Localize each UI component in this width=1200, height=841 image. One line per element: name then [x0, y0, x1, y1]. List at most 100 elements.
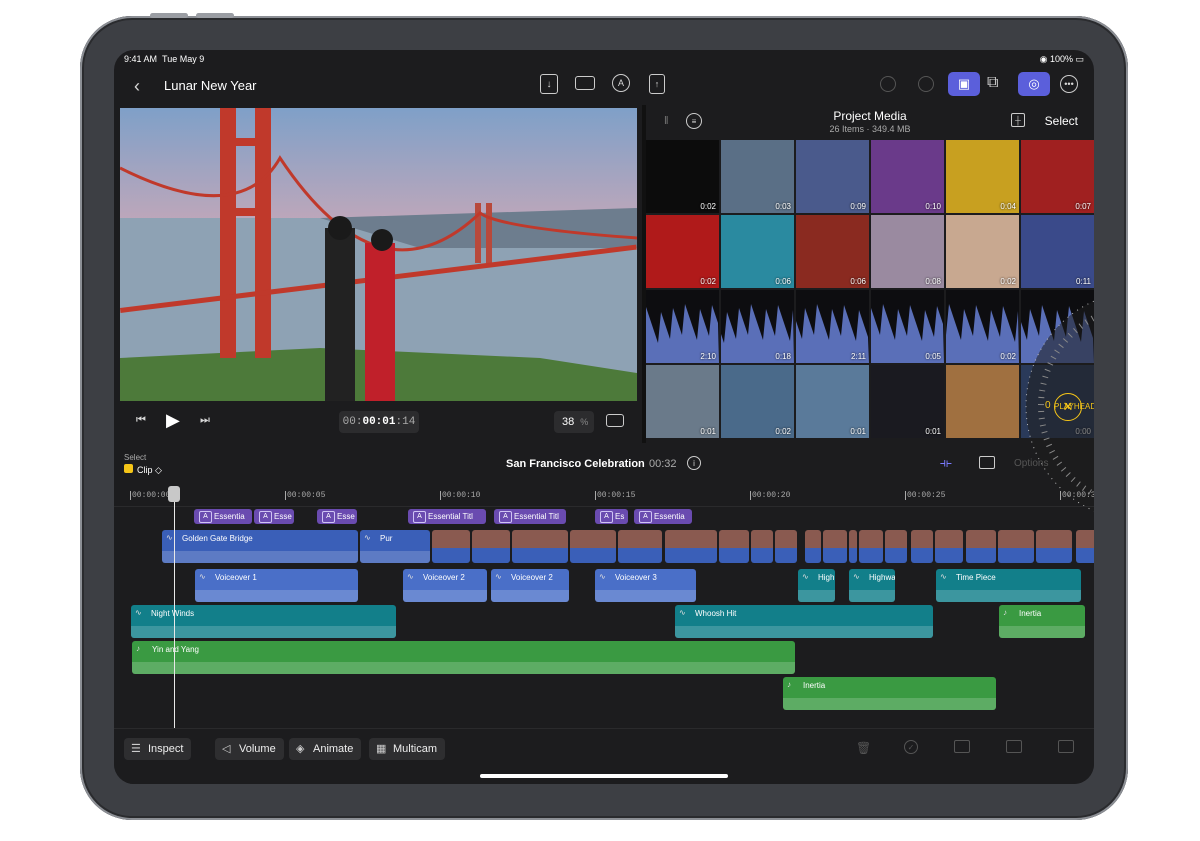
primary-clip[interactable] — [823, 530, 847, 563]
jog-close-icon[interactable] — [1053, 394, 1054, 395]
voiceover-clip[interactable]: Voiceover 1 ∿ — [195, 569, 358, 602]
primary-clip[interactable] — [570, 530, 616, 563]
voiceover-clip[interactable]: Voiceover 2 ∿ — [403, 569, 487, 602]
photos-icon[interactable]: ▣ — [948, 72, 980, 96]
timecode-display[interactable]: 00:00:01:14 — [339, 411, 419, 433]
media-thumbnail[interactable]: 0:04 — [946, 140, 1019, 213]
music-clip[interactable]: Yin and Yang ♪ — [132, 641, 795, 674]
primary-clip[interactable] — [805, 530, 821, 563]
media-thumbnail[interactable]: 0:06 — [721, 215, 794, 288]
media-thumbnail[interactable]: 0:01 — [646, 365, 719, 438]
redo-icon[interactable] — [918, 76, 934, 92]
media-thumbnail[interactable]: 0:11 — [1021, 215, 1094, 288]
primary-clip[interactable] — [1036, 530, 1072, 563]
share-icon[interactable]: ↑ — [649, 74, 665, 94]
music-clip[interactable]: Inertia ♪ — [783, 677, 996, 710]
title-clip[interactable]: Esse — [317, 509, 357, 524]
primary-clip[interactable] — [719, 530, 749, 563]
primary-clip[interactable] — [966, 530, 996, 563]
title-clip[interactable]: Es — [595, 509, 628, 524]
animate-button[interactable]: ◈ Animate — [289, 738, 362, 760]
primary-clip[interactable] — [885, 530, 907, 563]
pen-icon[interactable]: A — [612, 74, 630, 92]
audio-clip[interactable]: Night Winds ∿ — [131, 605, 396, 638]
media-thumbnail[interactable]: 2:10 — [646, 290, 719, 363]
more-icon[interactable]: ••• — [1060, 75, 1078, 93]
primary-clip[interactable] — [512, 530, 568, 563]
media-thumbnail[interactable]: 0:02 — [946, 215, 1019, 288]
title-clip[interactable]: Essentia — [634, 509, 692, 524]
media-thumbnail[interactable]: 0:09 — [796, 140, 869, 213]
media-thumbnail[interactable]: 0:02 — [646, 215, 719, 288]
viewer-options-icon[interactable] — [606, 414, 624, 427]
playhead-line[interactable] — [174, 488, 175, 728]
title-clip[interactable]: Essential Titl — [494, 509, 566, 524]
title-clip[interactable]: Esse — [254, 509, 294, 524]
trash-icon[interactable]: 🗑 — [856, 741, 871, 755]
next-frame-icon[interactable]: ⏭ — [200, 414, 210, 427]
primary-clip[interactable] — [432, 530, 470, 563]
check-icon[interactable]: ✓ — [904, 740, 918, 754]
grid-view-icon[interactable]: ┼ — [1011, 113, 1025, 127]
voiceover-clip[interactable]: Highwa ∿ — [849, 569, 895, 602]
media-thumbnail[interactable]: 0:02 — [721, 365, 794, 438]
jog-dismiss-icon[interactable]: ✕ — [1054, 393, 1082, 421]
primary-clip[interactable] — [849, 530, 857, 563]
music-clip[interactable]: Inertia ♪ — [999, 605, 1085, 638]
trim-start-icon[interactable] — [954, 740, 970, 753]
playhead-handle[interactable] — [168, 486, 180, 502]
voiceover-clip[interactable]: High ∿ — [798, 569, 835, 602]
primary-clip[interactable] — [935, 530, 963, 563]
primary-clip[interactable] — [775, 530, 797, 563]
undo-icon[interactable] — [880, 76, 896, 92]
media-thumbnail[interactable]: 0:05 — [871, 290, 944, 363]
multicam-button[interactable]: ▦ Multicam — [369, 738, 446, 760]
media-thumbnail[interactable]: 0:01 — [796, 365, 869, 438]
media-thumbnail[interactable]: 0:01 — [871, 365, 944, 438]
primary-clip[interactable] — [665, 530, 717, 563]
camera-icon[interactable] — [575, 76, 595, 90]
primary-clip[interactable]: Golden Gate Bridge ∿ — [162, 530, 358, 563]
back-icon[interactable]: ‹ — [134, 76, 140, 97]
primary-clip[interactable] — [618, 530, 662, 563]
voiceover-clip[interactable]: Voiceover 2 ∿ — [491, 569, 569, 602]
play-icon[interactable]: ▶ — [166, 410, 180, 431]
info-icon[interactable]: i — [687, 456, 701, 470]
title-clip[interactable]: Essential Titl — [408, 509, 486, 524]
media-thumbnail[interactable]: 2:11 — [796, 290, 869, 363]
select-mode-button[interactable]: Clip ◇ — [124, 464, 162, 476]
media-thumbnail[interactable]: 0:10 — [871, 140, 944, 213]
primary-clip[interactable] — [472, 530, 510, 563]
options-button[interactable]: Options — [1014, 458, 1048, 469]
primary-clip[interactable] — [911, 530, 933, 563]
zoom-control[interactable]: 38% — [554, 411, 594, 433]
effects-icon[interactable]: ⧉ — [987, 74, 998, 92]
media-thumbnail[interactable]: 0:06 — [796, 215, 869, 288]
inspect-button[interactable]: ☰ Inspect — [124, 738, 192, 760]
split-icon[interactable]: ⟛ — [940, 455, 952, 471]
split-clip-icon[interactable] — [1006, 740, 1022, 753]
clip-view-icon[interactable] — [979, 456, 995, 469]
primary-clip[interactable]: Pur ∿ — [360, 530, 430, 563]
media-thumbnail[interactable]: 0:08 — [871, 215, 944, 288]
import-icon[interactable]: ↓ — [540, 74, 558, 94]
timeline-ruler[interactable]: 00:00:00 00:00:05 00:00:10 00:00:15 00:00:20… — [114, 485, 1094, 507]
media-thumbnail[interactable]: 0:07 — [1021, 140, 1094, 213]
media-thumbnail[interactable]: 0:02 — [646, 140, 719, 213]
voiceover-clip[interactable]: Time Piece ∿ — [936, 569, 1081, 602]
title-clip[interactable]: Essentia — [194, 509, 252, 524]
voiceover-icon[interactable]: ◎ — [1018, 72, 1050, 96]
previous-frame-icon[interactable]: ⏮ — [136, 414, 146, 427]
home-indicator[interactable] — [480, 774, 728, 778]
select-button[interactable]: Select — [1045, 114, 1078, 128]
audio-clip[interactable]: Whoosh Hit ∿ — [675, 605, 933, 638]
primary-clip[interactable] — [1076, 530, 1094, 563]
volume-button[interactable]: ◁ Volume — [215, 738, 284, 760]
video-viewer[interactable] — [120, 108, 637, 401]
voiceover-clip[interactable]: Voiceover 3 ∿ — [595, 569, 696, 602]
primary-clip[interactable] — [998, 530, 1034, 563]
primary-clip[interactable] — [751, 530, 773, 563]
trim-end-icon[interactable] — [1058, 740, 1074, 753]
primary-clip[interactable] — [859, 530, 883, 563]
media-thumbnail[interactable]: 0:18 — [721, 290, 794, 363]
